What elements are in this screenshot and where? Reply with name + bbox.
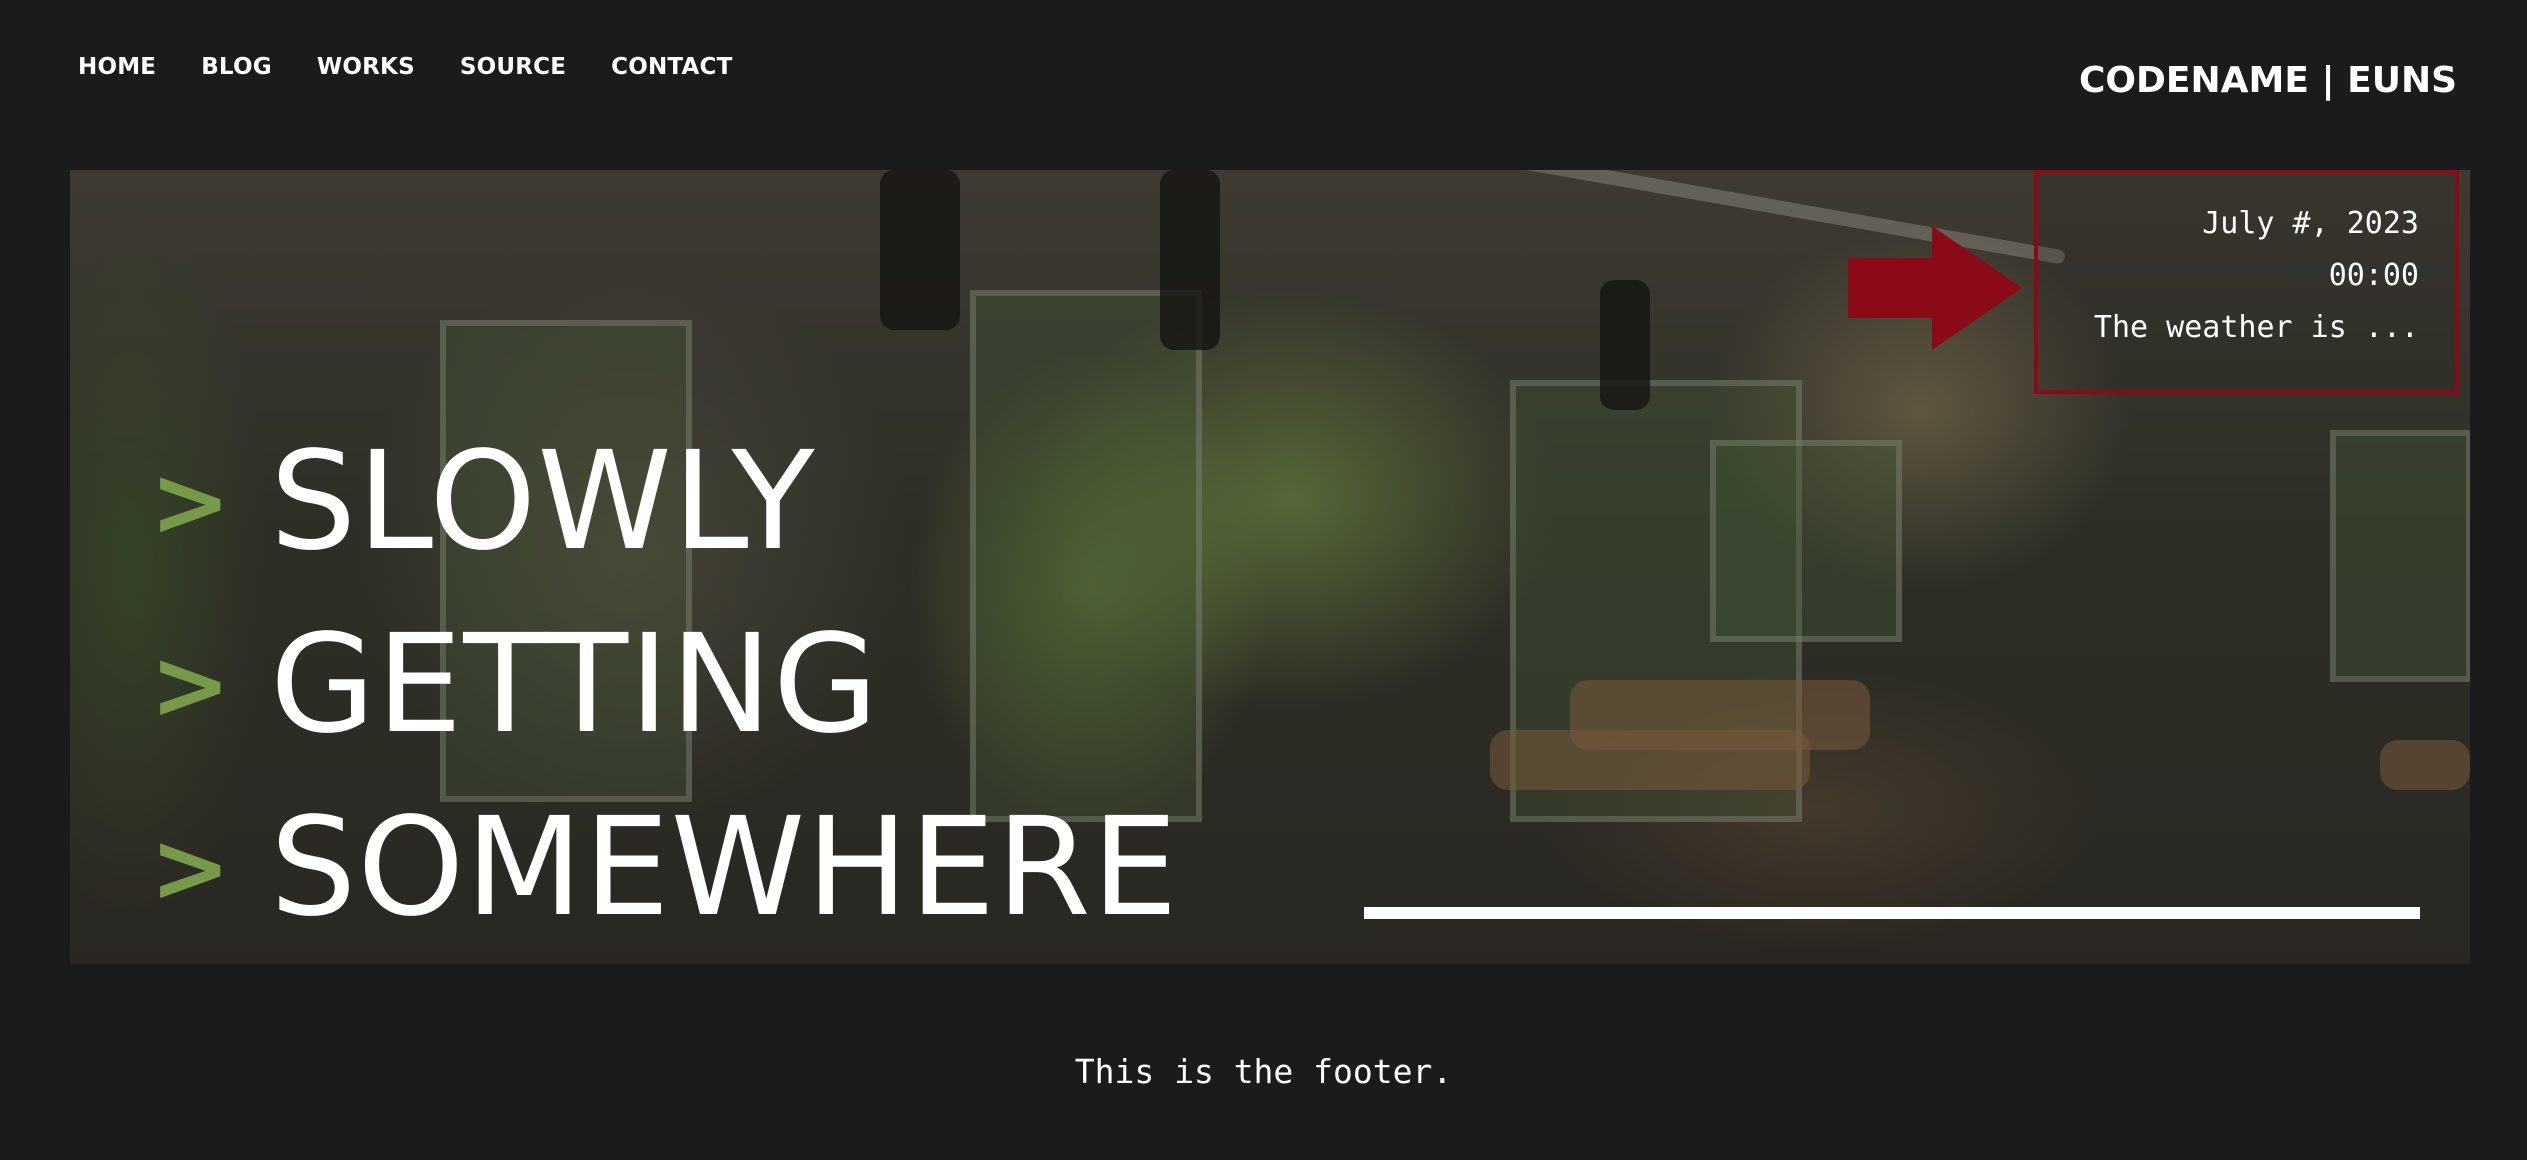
footer-text: This is the footer. [1074,1052,1453,1091]
nav-home-link[interactable]: HOME [78,54,156,80]
typing-cursor-underline [1364,907,2420,919]
hero-headline: > SLOWLY > GETTING > SOMEWHERE [150,410,1179,959]
headline-line-3: > SOMEWHERE [150,776,1179,959]
hero-strap-left [880,170,960,330]
nav-works-link[interactable]: WORKS [317,54,415,80]
prompt-chevron-icon: > [150,628,231,741]
hero-seat-front [1490,730,1810,790]
hero-wall-poster [1710,440,1902,642]
nav-contact-link[interactable]: CONTACT [611,54,732,80]
hero-strap-mid [1160,170,1220,350]
info-weather: The weather is ... [2093,310,2419,345]
arrow-right-icon [1848,226,2022,350]
hero-window-far [2330,430,2470,682]
info-date: July #, 2023 [2202,206,2419,241]
hero-seat-far [2380,740,2470,790]
prompt-chevron-icon: > [150,445,231,558]
nav-source-link[interactable]: SOURCE [460,54,566,80]
page: HOME BLOG WORKS SOURCE CONTACT CODENAME … [0,0,2527,1160]
nav-blog-link[interactable]: BLOG [201,54,272,80]
hero-banner: > SLOWLY > GETTING > SOMEWHERE July #, 2… [70,170,2470,964]
headline-word: SLOWLY [270,422,816,581]
headline-line-2: > GETTING [150,593,1179,776]
hero-strap-right [1600,280,1650,410]
info-time: 00:00 [2328,258,2419,293]
prompt-chevron-icon: > [150,811,231,924]
headline-word: SOMEWHERE [270,788,1179,947]
site-brand-title[interactable]: CODENAME | EUNS [2079,60,2457,101]
info-widget: July #, 2023 00:00 The weather is ... [2034,170,2459,394]
headline-word: GETTING [270,605,880,764]
nav-list: HOME BLOG WORKS SOURCE CONTACT [78,54,778,80]
headline-line-1: > SLOWLY [150,410,1179,593]
